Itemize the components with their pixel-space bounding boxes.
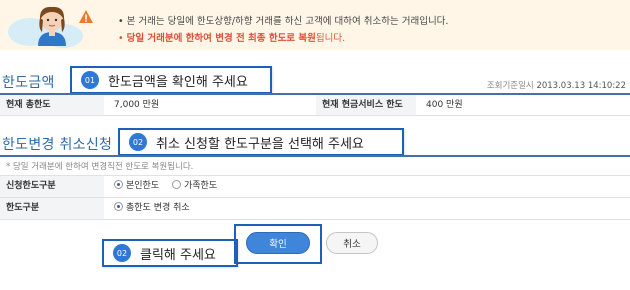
radio-selected-icon xyxy=(114,202,123,211)
section-divider xyxy=(0,155,630,157)
radio-label: 가족한도 xyxy=(184,181,218,191)
row-divider xyxy=(0,115,630,116)
notice-line-1: • 본 거래는 당일에 한도상향/하향 거래를 하신 고객에 대하여 취소하는 … xyxy=(118,16,449,27)
limit-section-title: 한도금액 xyxy=(2,75,55,91)
query-datetime-label: 조회기준일시 xyxy=(486,81,534,91)
applicant-limit-label: 신청한도구분 xyxy=(0,176,104,197)
radio-unselected-icon xyxy=(172,180,181,189)
radio-selected-icon xyxy=(114,180,123,189)
click-callout: 02 클릭해 주세요 xyxy=(102,239,238,267)
applicant-limit-options: 본인한도 가족한도 xyxy=(114,176,217,197)
cancel-section-title: 한도변경 취소신청 xyxy=(2,137,113,153)
mascot-icon xyxy=(8,6,83,48)
callout-step-badge: 02 xyxy=(113,244,131,262)
total-limit-value: 7,000 만원 xyxy=(114,100,160,110)
radio-family-limit[interactable]: 가족한도 xyxy=(172,180,218,191)
callout-step-badge: 02 xyxy=(129,133,147,151)
limit-type-options: 총한도 변경 취소 xyxy=(114,198,190,219)
notice-suffix: 됩니다. xyxy=(315,33,346,44)
radio-label: 총한도 변경 취소 xyxy=(126,203,190,213)
limit-type-label: 한도구분 xyxy=(0,198,104,219)
query-datetime: 조회기준일시 2013.03.13 14:10:22 xyxy=(487,79,626,91)
cancel-callout: 02 취소 신청할 한도구분을 선택해 주세요 xyxy=(118,128,404,156)
radio-self-limit[interactable]: 본인한도 xyxy=(114,180,160,191)
radio-label: 본인한도 xyxy=(126,181,160,191)
notice-line-2: • 당일 거래분에 한하여 변경 전 최종 한도로 복원됩니다. xyxy=(118,30,448,47)
notice-text: • 본 거래는 당일에 한도상향/하향 거래를 하신 고객에 대하여 취소하는 … xyxy=(118,13,448,47)
callout-text: 클릭해 주세요 xyxy=(140,247,216,263)
limit-callout: 01 한도금액을 확인해 주세요 xyxy=(70,66,272,94)
callout-text: 취소 신청할 한도구분을 선택해 주세요 xyxy=(156,136,364,152)
confirm-button[interactable]: 확인 xyxy=(246,232,310,254)
radio-total-limit-cancel[interactable]: 총한도 변경 취소 xyxy=(114,202,190,213)
notice-banner: • 본 거래는 당일에 한도상향/하향 거래를 하신 고객에 대하여 취소하는 … xyxy=(0,0,630,50)
warning-icon xyxy=(79,10,93,23)
notice-emphasis: 당일 거래분에 한하여 변경 전 최종 한도로 복원 xyxy=(126,33,316,44)
notice-bullet: • xyxy=(118,33,127,44)
cash-limit-label: 현재 현금서비스 한도 xyxy=(316,95,416,115)
cancel-button[interactable]: 취소 xyxy=(326,232,378,254)
row-divider xyxy=(0,219,630,220)
cancel-hint: * 당일 거래분에 한하여 변경직전 한도로 복원됩니다. xyxy=(6,162,194,172)
cash-limit-value: 400 만원 xyxy=(426,100,463,110)
total-limit-label: 현재 총한도 xyxy=(0,95,104,115)
callout-step-badge: 01 xyxy=(81,71,99,89)
callout-text: 한도금액을 확인해 주세요 xyxy=(108,74,248,90)
query-datetime-value: 2013.03.13 14:10:22 xyxy=(536,81,626,91)
